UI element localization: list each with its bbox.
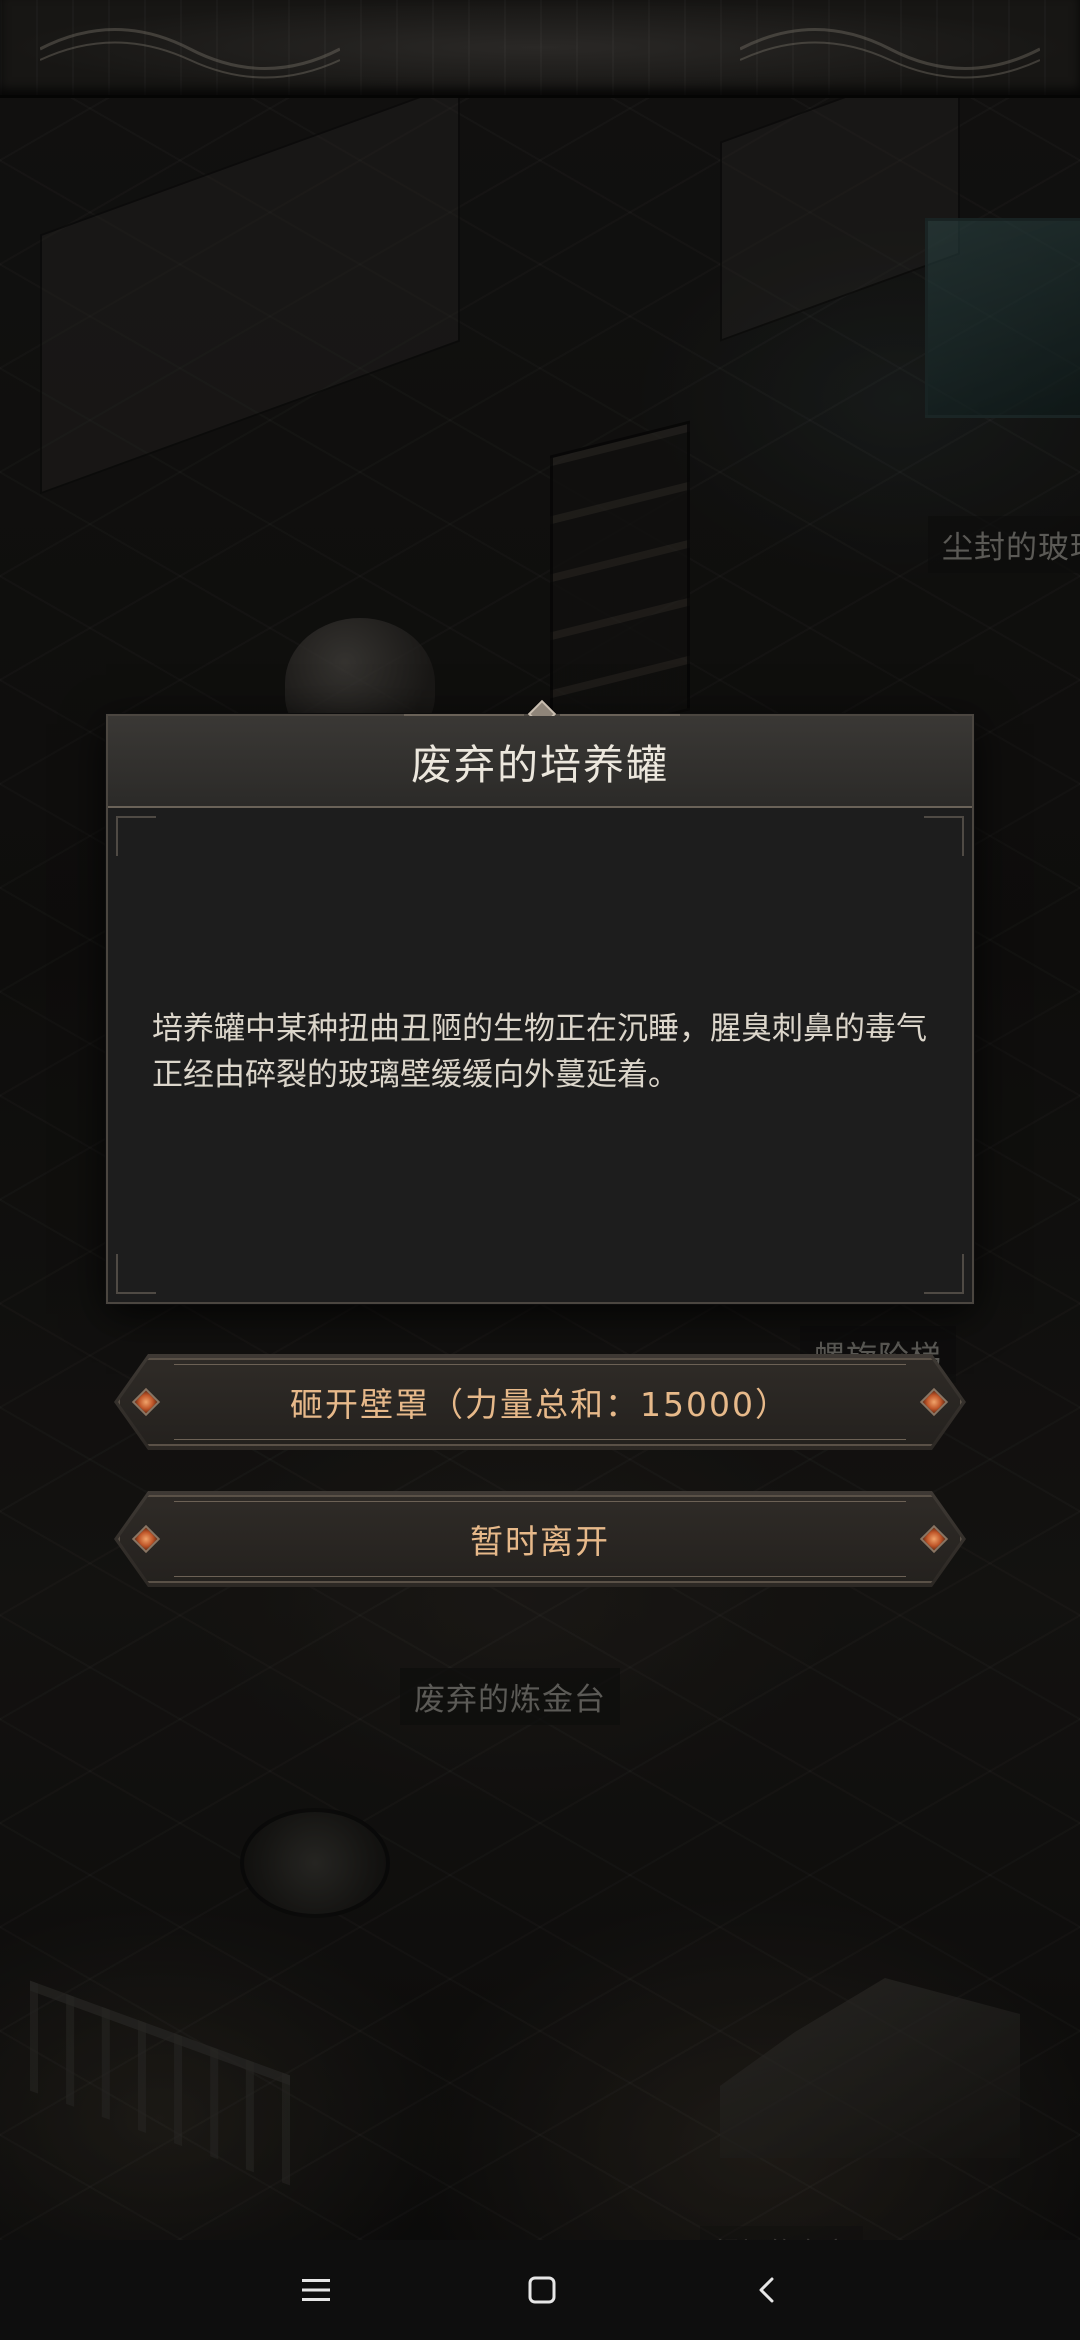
home-button[interactable] (514, 2262, 570, 2318)
smash-shield-button[interactable]: 砸开壁罩（力量总和：15000） (114, 1354, 966, 1450)
menu-button[interactable] (288, 2262, 344, 2318)
corner-ornament-icon (924, 816, 964, 856)
corner-ornament-icon (116, 1254, 156, 1294)
system-nav-bar (0, 2240, 1080, 2340)
corner-ornament-icon (116, 816, 156, 856)
dialog-header: 废弃的培养罐 (108, 716, 972, 808)
back-icon (759, 2277, 774, 2303)
home-icon (528, 2276, 556, 2304)
event-dialog: 废弃的培养罐 培养罐中某种扭曲丑陋的生物正在沉睡，腥臭刺鼻的毒气正经由碎裂的玻璃… (106, 699, 974, 1304)
leave-button[interactable]: 暂时离开 (114, 1491, 966, 1587)
leave-label: 暂时离开 (470, 1522, 610, 1561)
back-button[interactable] (740, 2262, 796, 2318)
smash-shield-label: 砸开壁罩（力量总和：15000） (290, 1385, 790, 1424)
dialog-description: 培养罐中某种扭曲丑陋的生物正在沉睡，腥臭刺鼻的毒气正经由碎裂的玻璃壁缓缓向外蔓延… (152, 1011, 927, 1093)
corner-ornament-icon (924, 1254, 964, 1294)
ornament-left-icon (40, 28, 340, 79)
dialog-title: 废弃的培养罐 (411, 741, 669, 789)
menu-icon (302, 2279, 330, 2301)
ornament-right-icon (740, 28, 1040, 79)
top-ornament-bar (0, 0, 1080, 98)
